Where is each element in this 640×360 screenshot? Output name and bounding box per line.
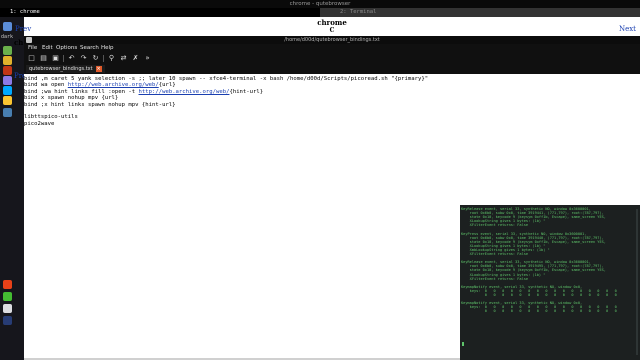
editor-toolbar: □ ▤ ▣ ↶ ↷ ↻ ⚲ ⇄ ✗ » <box>24 53 640 64</box>
tab-chrome[interactable]: 1: chrome <box>0 8 320 17</box>
editor-line-text: {url} <box>158 82 176 89</box>
menu-search[interactable]: Search <box>80 44 99 53</box>
browser-tab-bar: 1: chrome 2: Terminal <box>0 8 640 17</box>
terminal-scrollbar[interactable] <box>636 209 638 355</box>
music-icon[interactable] <box>3 76 12 85</box>
terminal-line: 0 0 0 0 0 0 0 0 0 0 0 0 0 0 0 0 <box>461 292 617 297</box>
close-icon[interactable] <box>26 37 32 43</box>
editor-tab-bar: qutebrowser_bindings.txt × <box>24 64 640 74</box>
terminal-icon[interactable] <box>3 56 12 65</box>
editor-titlebar: /home/d00d/qutebrowser_bindings.txt <box>24 36 640 44</box>
editor-text-area[interactable]: bind ,m caret 5 yank selection -s ;; lat… <box>24 76 640 127</box>
tab-terminal[interactable]: 2: Terminal <box>320 8 640 17</box>
more-icon[interactable]: » <box>143 54 152 63</box>
video-icon[interactable] <box>3 280 12 289</box>
panel-label: dark <box>1 34 14 40</box>
undo-icon[interactable]: ↶ <box>67 54 76 63</box>
page-title: chrome <box>317 18 347 27</box>
editor-line: pico2wave <box>24 120 55 127</box>
redo-all-icon[interactable]: ↻ <box>91 54 100 63</box>
window-title: chrome - qutebrowser <box>289 1 351 7</box>
terminal-line: 0 0 0 0 0 0 0 0 0 0 0 0 0 0 0 0 <box>461 309 617 314</box>
tools-icon[interactable]: ✗ <box>131 54 140 63</box>
find-replace-icon[interactable]: ⇄ <box>119 54 128 63</box>
editor-tab[interactable]: qutebrowser_bindings.txt × <box>26 65 105 73</box>
menu-edit[interactable]: Edit <box>42 44 53 53</box>
tab-close-icon[interactable]: × <box>95 65 102 72</box>
terminal-window[interactable]: KeyRelease event, serial 33, synthetic N… <box>460 205 640 360</box>
redo-icon[interactable]: ↷ <box>79 54 88 63</box>
prev-link[interactable]: Prev <box>15 25 31 33</box>
editor-title: /home/d00d/qutebrowser_bindings.txt <box>284 37 380 43</box>
left-panel: 04:10 dark <box>0 0 24 360</box>
new-file-icon[interactable]: □ <box>27 54 36 63</box>
settings-icon[interactable] <box>3 96 12 105</box>
menu-options[interactable]: Options <box>56 44 77 53</box>
image-icon[interactable] <box>3 292 12 301</box>
menu-file[interactable]: File <box>28 44 37 53</box>
mail-icon[interactable] <box>3 86 12 95</box>
editor-line-text: bind wa open <box>24 82 68 89</box>
editor-url-link[interactable]: http://web.archive.org/web/ <box>68 82 159 88</box>
open-file-icon[interactable]: ▤ <box>39 54 48 63</box>
save-icon[interactable]: ▣ <box>51 54 60 63</box>
window-titlebar: chrome - qutebrowser <box>0 0 640 8</box>
editor-tab-label: qutebrowser_bindings.txt <box>29 66 93 72</box>
chat-icon[interactable] <box>3 108 12 117</box>
editor-line-text: {hint-url} <box>229 88 264 95</box>
terminal-output: KeyRelease event, serial 33, synthetic N… <box>461 207 617 313</box>
terminal-cursor <box>462 342 464 346</box>
editor-line-text: bind ;wa hint links fill :open -t <box>24 88 139 95</box>
menu-help[interactable]: Help <box>101 44 114 53</box>
files-icon[interactable] <box>3 46 12 55</box>
next-link[interactable]: Next <box>619 25 636 33</box>
editor-url-link[interactable]: http://web.archive.org/web/ <box>139 89 230 95</box>
power-icon[interactable] <box>3 316 12 325</box>
page-subtitle: C <box>329 27 335 34</box>
terminal-line: state 0x10, keycode 9 (keysym 0xff1b, Es… <box>461 268 606 273</box>
volume-icon[interactable] <box>3 304 12 313</box>
editor-icon[interactable] <box>3 66 12 75</box>
chapter-heading: ch <box>14 38 24 47</box>
browser-icon[interactable] <box>3 22 12 31</box>
toolbar-separator <box>103 55 104 62</box>
editor-menubar: File Edit Options Search Help <box>24 44 640 53</box>
toolbar-separator <box>63 55 64 62</box>
find-icon[interactable]: ⚲ <box>107 54 116 63</box>
